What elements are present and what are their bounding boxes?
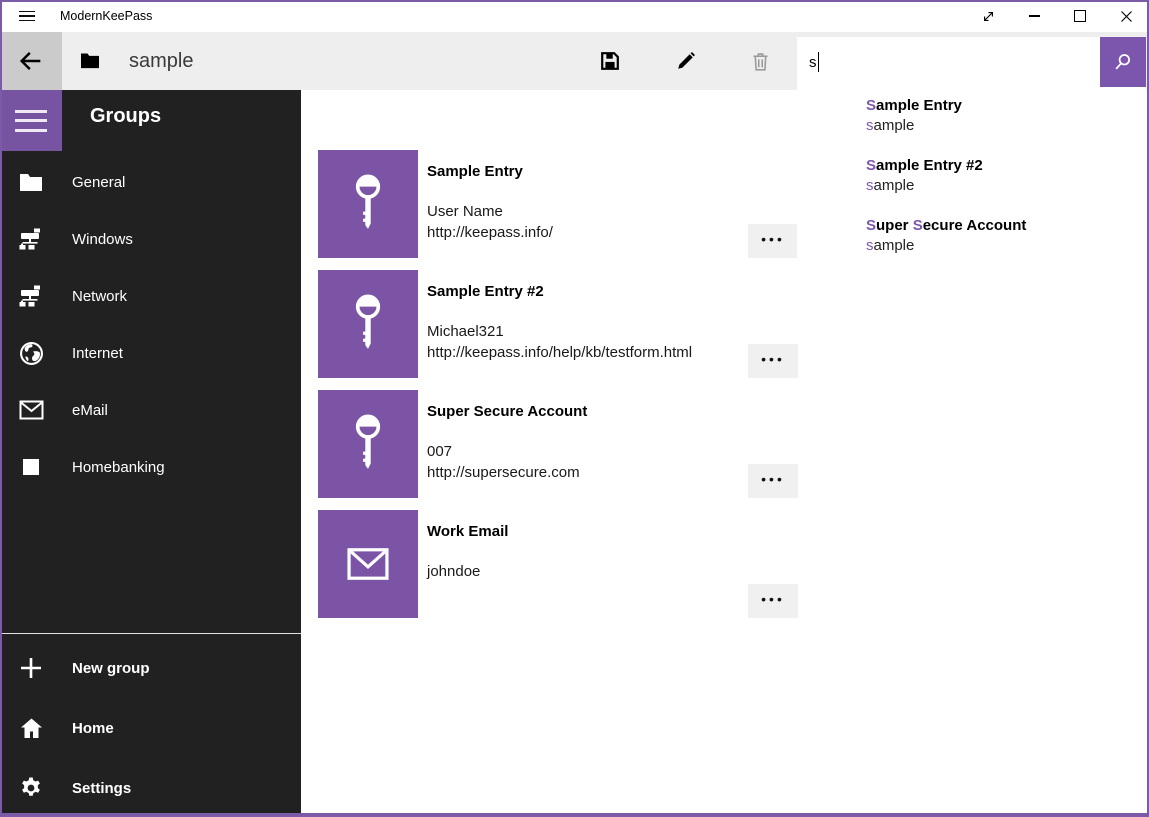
entry-username: 007 [427, 443, 452, 460]
network-icon [18, 283, 44, 309]
text-cursor [818, 52, 819, 72]
sidebar-item-internet[interactable]: Internet [0, 325, 301, 381]
suggestion-subtitle: sample [866, 176, 1146, 196]
entry-title: Sample Entry #2 [427, 283, 544, 300]
suggestion-title: Super Secure Account [866, 216, 1146, 236]
entry-tile [318, 270, 418, 378]
entry-more-button[interactable]: ••• [748, 344, 798, 378]
search-input[interactable]: s [797, 37, 1100, 87]
entry-more-button[interactable]: ••• [748, 584, 798, 618]
sidebar-item-email[interactable]: eMail [0, 382, 301, 438]
search-button[interactable] [1100, 37, 1146, 87]
fullscreen-icon [980, 8, 997, 25]
new-group-button[interactable]: New group [0, 640, 301, 696]
suggestion-subtitle: sample [866, 116, 1146, 136]
sidebar-item-general[interactable]: General [0, 154, 301, 210]
entry-more-button[interactable]: ••• [748, 224, 798, 258]
entry-title: Super Secure Account [427, 403, 587, 420]
entry-more-button[interactable]: ••• [748, 464, 798, 498]
entry-row-super-secure-account[interactable]: Super Secure Account 007 http://supersec… [318, 390, 798, 498]
database-folder-icon [80, 51, 100, 69]
fullscreen-button[interactable] [965, 0, 1011, 32]
sidebar-item-network[interactable]: Network [0, 268, 301, 324]
back-button[interactable] [0, 32, 62, 90]
search-suggestions-dropdown: Sample Entry sample Sample Entry #2 samp… [797, 87, 1146, 287]
entry-tile [318, 510, 418, 618]
key-icon [342, 410, 394, 478]
search-icon [1112, 51, 1134, 73]
home-icon [18, 715, 44, 741]
groups-header: Groups [90, 105, 161, 128]
plus-icon [18, 655, 44, 681]
titlebar-menu-icon[interactable] [8, 0, 46, 32]
entry-tile [318, 150, 418, 258]
entry-title: Sample Entry [427, 163, 523, 180]
minimize-button[interactable] [1011, 0, 1057, 32]
entry-url: http://keepass.info/ [427, 224, 553, 241]
entry-username: Michael321 [427, 323, 504, 340]
maximize-button[interactable] [1057, 0, 1103, 32]
network-icon [18, 226, 44, 252]
sidebar-item-homebanking[interactable]: Homebanking [0, 439, 301, 495]
title-bar: ModernKeePass [0, 0, 1149, 32]
entry-url: http://supersecure.com [427, 464, 580, 481]
square-icon [18, 454, 44, 480]
key-icon [342, 170, 394, 238]
suggestion-item[interactable]: Sample Entry #2 sample [797, 156, 1146, 212]
entry-title: Work Email [427, 523, 508, 540]
key-icon [342, 290, 394, 358]
entry-username: User Name [427, 203, 503, 220]
sidebar-item-windows[interactable]: Windows [0, 211, 301, 267]
suggestion-item[interactable]: Sample Entry sample [797, 96, 1146, 152]
back-arrow-icon [17, 47, 45, 75]
home-button[interactable]: Home [0, 700, 301, 756]
sidebar-divider [0, 633, 301, 634]
search-input-value: s [809, 54, 817, 71]
edit-button[interactable] [662, 37, 710, 85]
entry-row-sample-entry-2[interactable]: Sample Entry #2 Michael321 http://keepas… [318, 270, 798, 378]
trash-icon [750, 51, 771, 72]
entry-username: johndoe [427, 563, 480, 580]
close-button[interactable] [1103, 0, 1149, 32]
close-icon [1119, 9, 1134, 24]
settings-button[interactable]: Settings [0, 760, 301, 816]
suggestion-title: Sample Entry [866, 96, 1146, 116]
delete-button[interactable] [736, 37, 784, 85]
globe-icon [18, 340, 44, 366]
mail-icon [18, 397, 44, 423]
entry-row-sample-entry[interactable]: Sample Entry User Name http://keepass.in… [318, 150, 798, 258]
entry-tile [318, 390, 418, 498]
email-icon [345, 546, 391, 582]
folder-icon [18, 169, 44, 195]
window-title: ModernKeePass [60, 0, 152, 32]
entry-url: http://keepass.info/help/kb/testform.htm… [427, 344, 692, 361]
nav-menu-button[interactable] [0, 90, 62, 151]
maximize-icon [1074, 10, 1086, 22]
suggestion-title: Sample Entry #2 [866, 156, 1146, 176]
database-title: sample [129, 32, 193, 90]
gear-icon [18, 775, 44, 801]
suggestion-item[interactable]: Super Secure Account sample [797, 216, 1146, 272]
pencil-icon [675, 50, 697, 72]
minimize-icon [1029, 15, 1040, 17]
suggestion-subtitle: sample [866, 236, 1146, 256]
save-icon [599, 50, 621, 72]
entry-row-work-email[interactable]: Work Email johndoe ••• [318, 510, 798, 618]
save-button[interactable] [586, 37, 634, 85]
